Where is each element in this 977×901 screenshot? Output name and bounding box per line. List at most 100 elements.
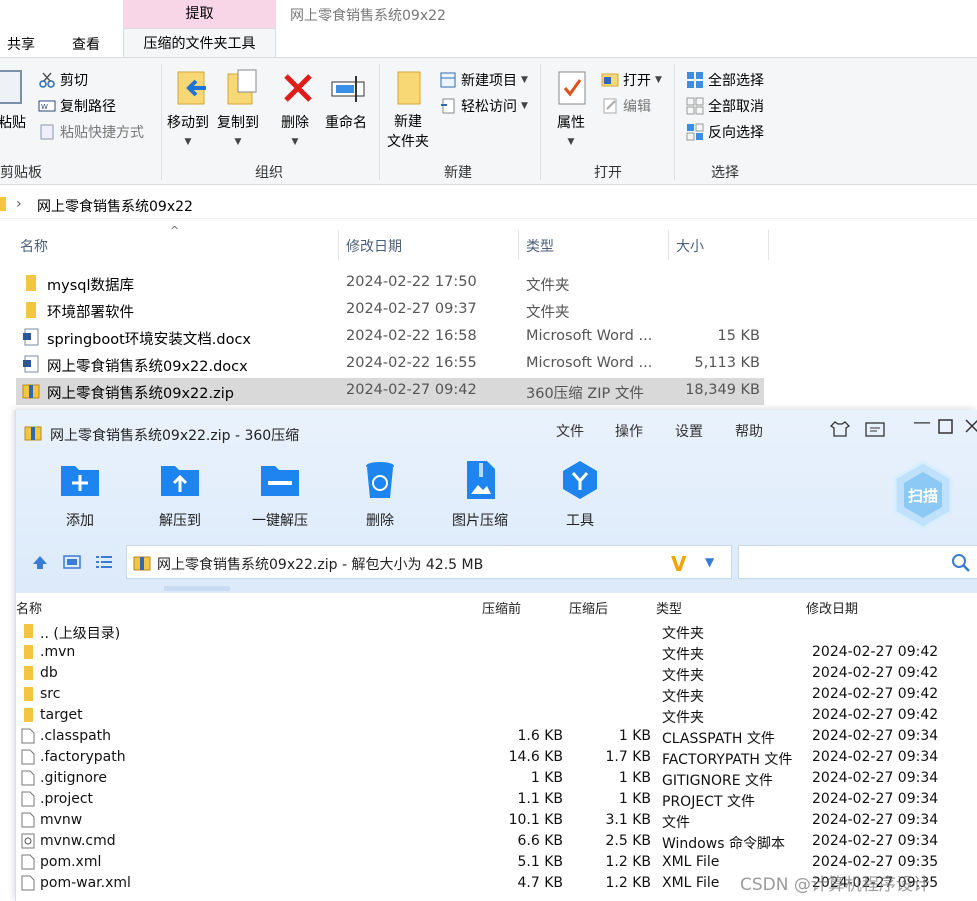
paste-shortcut-button[interactable]: 粘贴快捷方式 — [38, 122, 144, 142]
zip-delete-button[interactable]: 删除 — [335, 460, 425, 529]
rename-button[interactable]: 重命名 — [325, 112, 367, 132]
tab-compressed-folder-tools[interactable]: 压缩的文件夹工具 — [123, 28, 276, 58]
cut-button[interactable]: 剪切 — [38, 70, 88, 90]
zip-item-type: 文件夹 — [662, 626, 704, 642]
zip-item-compressed: 1 KB — [618, 728, 651, 744]
zip-row[interactable]: mvnw.cmd 6.6 KB 2.5 KB Windows 命令脚本 2024-02-… — [16, 831, 977, 852]
file-row[interactable]: 网上零食销售系统09x22.zip 2024-02-27 09:42 360压缩 Z… — [16, 378, 764, 405]
zip-app-icon — [24, 424, 42, 446]
easy-access-button[interactable]: 轻松访问 ▼ — [439, 96, 528, 116]
zip-header-modified[interactable]: 修改日期 — [806, 598, 858, 617]
zip-header-type[interactable]: 类型 — [656, 598, 682, 617]
column-header-size[interactable]: 大小 — [676, 236, 704, 256]
file-row[interactable]: 网上零食销售系统09x22.docx 2024-02-22 16:55 Micros… — [16, 351, 764, 378]
menu-file[interactable]: 文件 — [556, 421, 584, 441]
zip-item-packed: 6.6 KB — [517, 833, 564, 849]
menu-help[interactable]: 帮助 — [735, 421, 763, 441]
zip-item-name: .project — [40, 791, 94, 807]
skin-icon[interactable] — [829, 420, 851, 443]
zip-row[interactable]: .mvn 文件夹 2024-02-27 09:42 — [16, 642, 977, 663]
column-header-name[interactable]: 名称 — [20, 236, 48, 256]
zip-row[interactable]: mvnw 10.1 KB 3.1 KB 文件 2024-02-27 09:34 — [16, 810, 977, 831]
file-modified: 2024-02-22 16:55 — [346, 355, 477, 371]
menu-settings[interactable]: 设置 — [675, 421, 703, 441]
ribbon-separator — [161, 64, 162, 180]
zip-row[interactable]: .. (上级目录) 文件夹 — [16, 621, 977, 642]
tab-view[interactable]: 查看 — [72, 34, 100, 54]
zip-item-compressed: 1 KB — [618, 770, 651, 786]
move-to-button[interactable]: 移动到 ▼ — [167, 112, 209, 148]
tab-share[interactable]: 共享 — [7, 34, 35, 54]
column-divider[interactable] — [338, 230, 339, 260]
column-header-modified[interactable]: 修改日期 — [346, 236, 402, 256]
properties-button[interactable]: 属性 ▼ — [557, 112, 585, 148]
one-click-extract-button[interactable]: 一键解压 — [235, 460, 325, 529]
new-item-button[interactable]: 新建项目 ▼ — [439, 70, 528, 90]
group-label-clipboard: 剪贴板 — [0, 165, 42, 181]
add-button[interactable]: 添加 — [35, 460, 125, 529]
select-none-button[interactable]: 全部取消 — [686, 96, 764, 116]
edit-button[interactable]: 编辑 — [601, 96, 651, 116]
watermark: CSDN @计算机程序设计 — [740, 875, 930, 895]
zip-address-bar[interactable]: 网上零食销售系统09x22.zip - 解包大小为 42.5 MB V ▼ — [126, 545, 732, 579]
scan-button[interactable]: 扫描 — [891, 460, 955, 534]
column-divider[interactable] — [668, 230, 669, 260]
tools-button[interactable]: 工具 — [535, 460, 625, 529]
zip-row[interactable]: .classpath 1.6 KB 1 KB CLASSPATH 文件 2024-02-… — [16, 726, 977, 747]
zip-item-compressed: 1.2 KB — [605, 875, 652, 891]
toolbox-icon — [563, 461, 597, 499]
breadcrumb-current[interactable]: 网上零食销售系统09x22 — [37, 196, 193, 216]
file-icon — [21, 812, 35, 828]
zip-item-modified: 2024-02-27 09:42 — [812, 707, 939, 723]
file-row[interactable]: springboot环境安装文档.docx 2024-02-22 16:58 Mic… — [16, 324, 764, 351]
invert-selection-button[interactable]: 反向选择 — [686, 122, 764, 142]
svg-text:W: W — [41, 103, 48, 111]
zip-item-packed: 5.1 KB — [517, 854, 564, 870]
zip-row[interactable]: src 文件夹 2024-02-27 09:42 — [16, 684, 977, 705]
zip-row[interactable]: .project 1.1 KB 1 KB PROJECT 文件 2024-02-27 0… — [16, 789, 977, 810]
zip-header-packed[interactable]: 压缩前 — [482, 598, 521, 617]
zip-row[interactable]: db 文件夹 2024-02-27 09:42 — [16, 663, 977, 684]
zip-item-modified: 2024-02-27 09:42 — [812, 644, 939, 660]
paste-button[interactable]: 粘贴 — [0, 112, 26, 132]
zip-search-input[interactable] — [738, 545, 977, 579]
zip-item-name: pom.xml — [40, 854, 102, 870]
zip-header-compressed[interactable]: 压缩后 — [569, 598, 608, 617]
address-bar[interactable]: › 网上零食销售系统09x22 — [0, 193, 977, 219]
image-compress-button[interactable]: 图片压缩 — [435, 460, 525, 529]
zip-row[interactable]: .factorypath 14.6 KB 1.7 KB FACTORYPATH 文件 2… — [16, 747, 977, 768]
menu-operation[interactable]: 操作 — [615, 421, 643, 441]
up-level-icon[interactable] — [32, 554, 48, 574]
address-dropdown-icon[interactable]: ▼ — [705, 555, 714, 569]
column-divider[interactable] — [768, 230, 769, 260]
breadcrumb-chevron-icon[interactable]: › — [16, 196, 22, 212]
word-icon — [22, 355, 40, 373]
zip-item-compressed: 1 KB — [618, 791, 651, 807]
new-folder-button[interactable]: 新建 文件夹 — [387, 112, 429, 152]
delete-button[interactable]: 删除 ▼ — [281, 112, 309, 148]
zip-row[interactable]: .gitignore 1 KB 1 KB GITIGNORE 文件 2024-02-27… — [16, 768, 977, 789]
column-header-type[interactable]: 类型 — [526, 236, 554, 256]
close-icon[interactable] — [964, 417, 977, 440]
copy-to-button[interactable]: 复制到 ▼ — [217, 112, 259, 148]
file-row[interactable]: 环境部署软件 2024-02-27 09:37 文件夹 — [16, 297, 764, 324]
maximize-icon[interactable] — [938, 419, 954, 440]
group-label-open: 打开 — [594, 165, 622, 181]
zip-row[interactable]: target 文件夹 2024-02-27 09:42 — [16, 705, 977, 726]
zip-header-name[interactable]: 名称 — [16, 598, 42, 617]
minimize-icon[interactable]: — — [913, 412, 931, 433]
thumbnail-view-icon[interactable] — [63, 555, 81, 573]
copy-path-button[interactable]: W 复制路径 — [38, 96, 116, 116]
zip-column-resize-handle[interactable] — [164, 586, 230, 591]
select-none-icon — [686, 97, 704, 115]
search-icon[interactable] — [951, 553, 971, 577]
select-all-button[interactable]: 全部选择 — [686, 70, 764, 90]
group-label-organize: 组织 — [255, 165, 283, 181]
extract-to-button[interactable]: 解压到 — [135, 460, 225, 529]
column-divider[interactable] — [518, 230, 519, 260]
open-button[interactable]: 打开 ▼ — [601, 70, 662, 90]
list-view-icon[interactable] — [95, 555, 113, 573]
feedback-icon[interactable] — [865, 421, 885, 444]
file-row[interactable]: mysql数据库 2024-02-22 17:50 文件夹 — [16, 270, 764, 297]
open-dropdown-icon: ▼ — [655, 75, 662, 85]
